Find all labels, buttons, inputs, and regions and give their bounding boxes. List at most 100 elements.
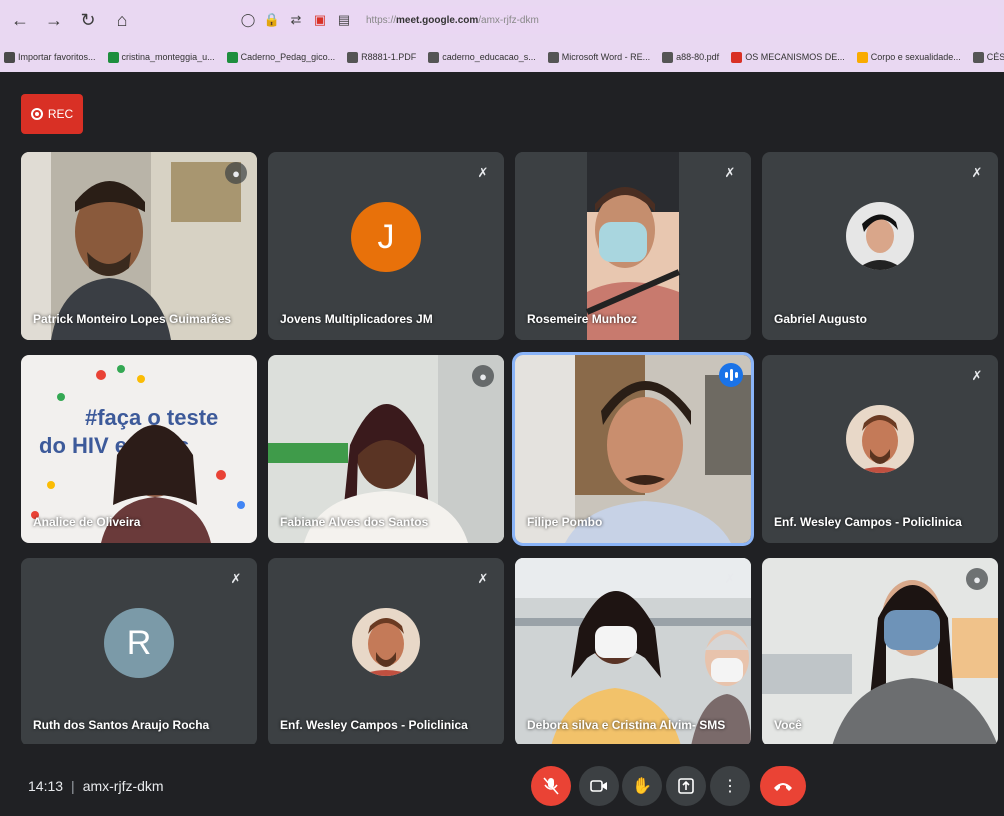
avatar: R	[104, 608, 174, 678]
bookmark-icon	[4, 51, 15, 63]
more-vert-icon: ⋮	[722, 778, 738, 795]
meet-stage: REC ● Patrick Monteiro Lopes Guimarães J…	[0, 72, 1004, 816]
bookmark-item[interactable]: Importar favoritos...	[4, 51, 96, 63]
mic-off-icon: ✗	[724, 571, 736, 586]
url-text[interactable]: https://meet.google.com/amx-rjfz-dkm	[366, 15, 539, 26]
participant-tile[interactable]: ● Você	[762, 558, 998, 746]
mic-off-icon: ✗	[477, 571, 489, 586]
camera-icon	[590, 780, 607, 792]
bookmark-icon	[347, 51, 359, 63]
permissions-icon[interactable]: ⇄	[286, 10, 306, 30]
rec-label: REC	[47, 107, 74, 121]
forward-icon[interactable]: →	[40, 6, 68, 34]
reload-icon[interactable]: ↻	[74, 6, 102, 34]
participant-name: Enf. Wesley Campos - Policlinica	[774, 515, 962, 529]
lock-icon[interactable]: 🔒	[262, 10, 282, 30]
mic-off-icon: ✗	[477, 165, 489, 180]
bookmarks-bar: Importar favoritos... cristina_monteggia_…	[0, 44, 1004, 70]
participant-name: Ruth dos Santos Araujo Rocha	[33, 718, 210, 732]
bookmark-icon	[972, 51, 984, 63]
participant-tile[interactable]: ✗ Enf. Wesley Campos - Policlinica	[762, 355, 998, 543]
mic-off-icon: ●	[225, 162, 247, 184]
bookmark-label: CÉSAR APARECI	[986, 52, 1004, 62]
participant-tile[interactable]: Filipe Pombo	[512, 352, 754, 546]
mic-toggle-button[interactable]	[531, 766, 571, 806]
screen-share-icon[interactable]: ▣	[310, 10, 330, 30]
participant-name: Fabiane Alves dos Santos	[280, 515, 429, 529]
back-icon[interactable]: ←	[6, 6, 34, 34]
bookmark-item[interactable]: Corpo e sexualidade...	[856, 51, 961, 63]
browser-toolbar: ← → ↻ ⌂ ◯ 🔒 ⇄ ▣ ▤ https://meet.google.co…	[0, 0, 1004, 72]
mic-off-icon: ✗	[230, 571, 242, 586]
bookmark-item[interactable]: cristina_monteggia_u...	[107, 51, 215, 63]
bookmark-label: Microsoft Word - RE...	[561, 52, 651, 62]
bookmark-item[interactable]: a88-80.pdf	[662, 51, 720, 63]
bookmark-icon	[107, 51, 119, 63]
participant-name: Filipe Pombo	[527, 515, 603, 529]
bookmark-label: cristina_monteggia_u...	[121, 52, 215, 62]
raise-hand-button[interactable]: ✋	[622, 766, 662, 806]
bookmark-item[interactable]: caderno_educacao_s...	[428, 51, 536, 63]
participant-tile[interactable]: ● Fabiane Alves dos Santos	[268, 355, 504, 543]
separator: |	[71, 778, 75, 794]
meeting-time: 14:13	[28, 778, 64, 794]
bookmark-icon	[856, 51, 868, 63]
participant-name: Jovens Multiplicadores JM	[280, 312, 433, 326]
bookmark-label: a88-80.pdf	[676, 52, 720, 62]
recording-indicator[interactable]: REC	[21, 94, 83, 134]
reader-view-icon[interactable]: ▤	[334, 10, 354, 30]
participant-tile[interactable]: ✗ Enf. Wesley Campos - Policlinica	[268, 558, 504, 746]
bookmark-item[interactable]: R8881-1.PDF	[347, 51, 417, 63]
participant-name: Debora silva e Cristina Alvim- SMS	[527, 718, 726, 732]
mic-off-icon	[543, 777, 559, 795]
bookmark-label: caderno_educacao_s...	[442, 52, 536, 62]
hand-icon: ✋	[632, 778, 652, 795]
home-icon[interactable]: ⌂	[108, 6, 136, 34]
bookmark-item[interactable]: Caderno_Pedag_gico...	[226, 51, 336, 63]
mic-off-icon: ●	[472, 365, 494, 387]
meeting-controls-bar: 14:13 | amx-rjfz-dkm ✋ ⋮	[0, 744, 1004, 816]
audio-level-icon	[719, 363, 743, 387]
avatar	[846, 405, 914, 473]
participant-tile[interactable]: J ✗ Jovens Multiplicadores JM	[268, 152, 504, 340]
participant-name: Patrick Monteiro Lopes Guimarães	[33, 312, 232, 326]
participant-tile[interactable]: ✗ Debora silva e Cristina Alvim- SMS	[515, 558, 751, 746]
bookmark-icon	[547, 51, 559, 63]
participant-tile[interactable]: ✗ Rosemeire Munhoz	[515, 152, 751, 340]
mic-off-icon: ●	[966, 568, 988, 590]
participant-name: Enf. Wesley Campos - Policlinica	[280, 718, 468, 732]
shield-icon[interactable]: ◯	[238, 10, 258, 30]
present-icon	[678, 778, 694, 794]
address-bar[interactable]: ◯ 🔒 ⇄ ▣ ▤ https://meet.google.com/amx-rj…	[238, 6, 998, 34]
bookmark-icon	[428, 51, 440, 63]
avatar	[352, 608, 420, 676]
avatar: J	[351, 202, 421, 272]
mic-off-icon: ✗	[724, 165, 736, 180]
participant-tile[interactable]: ● Patrick Monteiro Lopes Guimarães	[21, 152, 257, 340]
participant-tile[interactable]: ✗ Gabriel Augusto	[762, 152, 998, 340]
more-options-button[interactable]: ⋮	[710, 766, 750, 806]
bookmark-icon	[662, 51, 674, 63]
bookmark-item[interactable]: CÉSAR APARECI	[972, 51, 1004, 63]
participant-name: Você	[774, 718, 802, 732]
bookmark-icon	[226, 51, 238, 63]
mic-off-icon: ✗	[971, 165, 983, 180]
meeting-code: amx-rjfz-dkm	[82, 778, 164, 794]
hang-up-icon	[774, 783, 792, 791]
participant-name: Rosemeire Munhoz	[527, 312, 638, 326]
record-icon	[30, 108, 43, 120]
bookmark-icon	[731, 51, 743, 63]
bookmark-item[interactable]: Microsoft Word - RE...	[547, 51, 651, 63]
bookmark-label: OS MECANISMOS DE...	[745, 52, 845, 62]
bookmark-item[interactable]: OS MECANISMOS DE...	[731, 51, 845, 63]
leave-call-button[interactable]	[760, 766, 806, 806]
camera-toggle-button[interactable]	[579, 766, 619, 806]
present-screen-button[interactable]	[666, 766, 706, 806]
participant-tile[interactable]: #faça o teste do HIV e sífilis Analice d…	[21, 355, 257, 543]
participant-tile[interactable]: R ✗ Ruth dos Santos Araujo Rocha	[21, 558, 257, 746]
bookmark-label: Corpo e sexualidade...	[870, 52, 961, 62]
participant-name: Gabriel Augusto	[774, 312, 867, 326]
bookmark-label: Caderno_Pedag_gico...	[240, 52, 336, 62]
mic-off-icon: ✗	[971, 368, 983, 383]
bookmark-label: R8881-1.PDF	[361, 52, 417, 62]
